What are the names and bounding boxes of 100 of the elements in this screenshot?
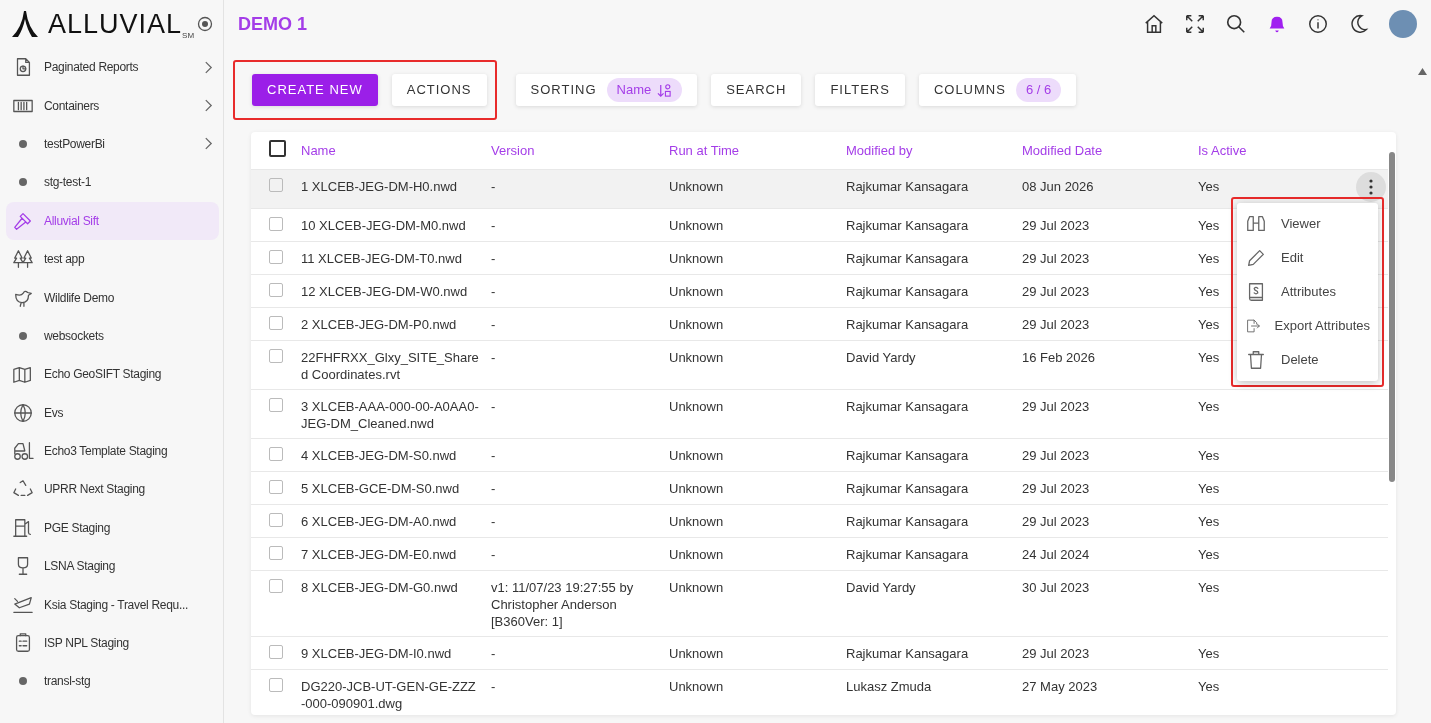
row-checkbox[interactable]: [269, 677, 283, 692]
table-cell: v1: 11/07/23 19:27:55 by Christopher Anderson [B360Ver: 1]: [491, 579, 634, 629]
toolbar-button[interactable]: ACTIONS: [391, 74, 487, 106]
table-cell: Rajkumar Kansagara: [846, 645, 969, 661]
row-checkbox[interactable]: [269, 397, 283, 412]
table-cell: Unknown: [669, 579, 724, 595]
table-cell: Rajkumar Kansagara: [846, 480, 969, 496]
column-header[interactable]: Name: [301, 142, 336, 158]
row-checkbox[interactable]: [269, 216, 283, 231]
chevron-icon: [204, 60, 213, 74]
table-cell: Unknown: [669, 398, 724, 414]
table-cell: 29 Jul 2023: [1022, 217, 1090, 233]
column-header[interactable]: Modified by: [846, 142, 913, 158]
toolbar-button[interactable]: SEARCH: [711, 74, 802, 106]
table-cell: Rajkumar Kansagara: [846, 546, 969, 562]
table-cell: -: [491, 178, 496, 194]
menu-item[interactable]: Attributes: [1237, 275, 1378, 309]
column-header[interactable]: Run at Time: [669, 142, 740, 158]
row-checkbox[interactable]: [269, 545, 283, 560]
table-cell: 2 XLCEB-JEG-DM-P0.nwd: [301, 316, 457, 332]
row-checkbox[interactable]: [269, 446, 283, 461]
table-cell: -: [491, 513, 496, 529]
table-cell: 8 XLCEB-JEG-DM-G0.nwd: [301, 579, 458, 595]
row-checkbox[interactable]: [269, 177, 283, 192]
table-cell: Yes: [1198, 349, 1220, 365]
row-checkbox[interactable]: [269, 512, 283, 527]
logo-icon: [10, 9, 40, 39]
select-all-checkbox[interactable]: [269, 139, 286, 157]
table-cell: Unknown: [669, 480, 724, 496]
sidebar-item[interactable]: Evs: [6, 393, 219, 432]
table-cell: Rajkumar Kansagara: [846, 513, 969, 529]
home-icon[interactable]: [1143, 13, 1165, 35]
table-cell: Yes: [1198, 645, 1220, 661]
row-checkbox[interactable]: [269, 479, 283, 494]
toolbar-button[interactable]: SORTING Name: [515, 74, 698, 106]
sidebar-item[interactable]: transl-stg: [6, 662, 219, 701]
row-checkbox[interactable]: [269, 282, 283, 297]
menu-item[interactable]: Delete: [1237, 343, 1378, 377]
menu-item[interactable]: Edit: [1237, 241, 1378, 275]
sidebar-item[interactable]: stg-test-1: [6, 163, 219, 202]
table-cell: 3 XLCEB-AAA-000-00-A0AA0-JEG-DM_Cleaned.nwd: [301, 398, 479, 431]
menu-item[interactable]: Export Attributes: [1237, 309, 1378, 343]
table-cell: 5 XLCEB-GCE-DM-S0.nwd: [301, 480, 460, 496]
scroll-up-icon[interactable]: [1418, 68, 1427, 75]
sidebar-item[interactable]: Alluvial Sift: [6, 201, 219, 240]
toolbar-button[interactable]: COLUMNS 6 / 6: [918, 74, 1077, 106]
moon-icon[interactable]: [1348, 13, 1370, 35]
table-cell: 12 XLCEB-JEG-DM-W0.nwd: [301, 283, 468, 299]
sidebar-item[interactable]: websockets: [6, 316, 219, 356]
table-cell: -: [491, 447, 496, 463]
pencil-icon: [1245, 247, 1267, 269]
pin-toggle-icon[interactable]: [197, 16, 213, 32]
sidebar-item[interactable]: testPowerBi: [6, 124, 219, 164]
sidebar-item[interactable]: test app: [6, 239, 219, 279]
table-cell: 30 Jul 2023: [1022, 579, 1090, 595]
table-cell: Yes: [1198, 513, 1220, 529]
pill-badge: 6 / 6: [1015, 78, 1062, 102]
column-header[interactable]: Is Active: [1198, 142, 1247, 158]
column-header[interactable]: Version: [491, 142, 535, 158]
table-cell: DG220-JCB-UT-GEN-GE-ZZZ-000-090901.dwg: [301, 678, 476, 711]
sidebar-item[interactable]: ISP NPL Staging: [6, 623, 219, 663]
row-checkbox[interactable]: [269, 315, 283, 330]
table-cell: Unknown: [669, 645, 724, 661]
table-cell: Lukasz Zmuda: [846, 678, 932, 694]
sidebar-item[interactable]: Paginated Reports: [6, 48, 219, 87]
table-cell: 7 XLCEB-JEG-DM-E0.nwd: [301, 546, 457, 562]
row-checkbox[interactable]: [269, 249, 283, 264]
table-cell: 29 Jul 2023: [1022, 398, 1090, 414]
toolbar-button[interactable]: CREATE NEW: [252, 74, 378, 106]
table-cell: -: [491, 283, 496, 299]
sidebar-item[interactable]: Echo GeoSIFT Staging: [6, 355, 219, 394]
table-cell: 10 XLCEB-JEG-DM-M0.nwd: [301, 217, 466, 233]
info-icon[interactable]: [1307, 13, 1329, 35]
row-checkbox[interactable]: [269, 348, 283, 363]
table-cell: Rajkumar Kansagara: [846, 398, 969, 414]
table-cell: 1 XLCEB-JEG-DM-H0.nwd: [301, 178, 458, 194]
table-cell: Unknown: [669, 546, 724, 562]
more-button[interactable]: [1356, 171, 1386, 202]
avatar[interactable]: [1389, 10, 1417, 38]
bullet-icon: [19, 331, 27, 340]
sidebar-item[interactable]: UPRR Next Staging: [6, 470, 219, 509]
table-cell: 16 Feb 2026: [1022, 349, 1095, 365]
chevron-icon: [204, 99, 213, 113]
sidebar-item[interactable]: Wildlife Demo: [6, 278, 219, 317]
search-icon[interactable]: [1225, 13, 1247, 35]
row-checkbox[interactable]: [269, 578, 283, 593]
sidebar-item[interactable]: PGE Staging: [6, 508, 219, 548]
brand-name: ALLUVIAL: [48, 10, 183, 38]
table-cell: Unknown: [669, 283, 724, 299]
toolbar-button[interactable]: FILTERS: [815, 74, 905, 106]
sidebar-item[interactable]: Containers: [6, 86, 219, 125]
table-cell: -: [491, 316, 496, 332]
menu-item[interactable]: Viewer: [1237, 207, 1378, 241]
sidebar-item[interactable]: LSNA Staging: [6, 547, 219, 586]
row-checkbox[interactable]: [269, 644, 283, 659]
sort-icon: [657, 82, 673, 98]
column-header[interactable]: Modified Date: [1022, 142, 1103, 158]
fullscreen-icon[interactable]: [1184, 13, 1206, 35]
sidebar-item[interactable]: Ksia Staging - Travel Requ...: [6, 585, 219, 624]
sidebar-item[interactable]: Echo3 Template Staging: [6, 431, 219, 471]
